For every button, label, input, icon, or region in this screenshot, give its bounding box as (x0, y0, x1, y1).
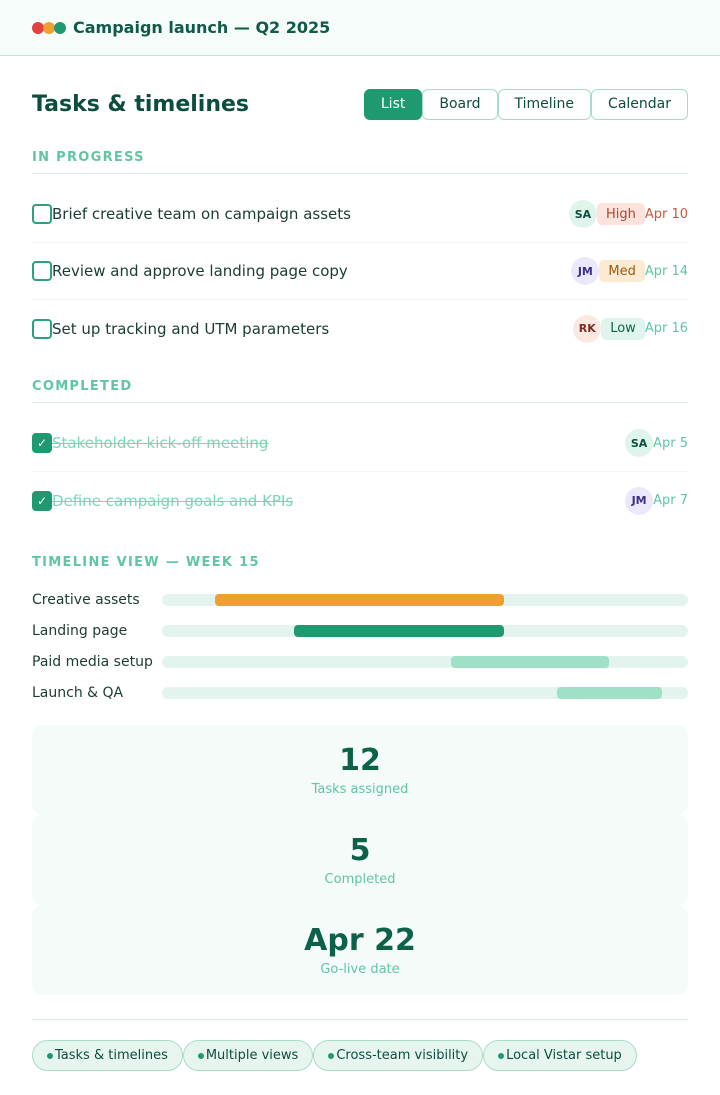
feature-chips: Tasks & timelines Multiple views Cross-t… (32, 1040, 688, 1071)
task-name: Set up tracking and UTM parameters (52, 319, 330, 338)
stat-value: 12 (339, 743, 381, 778)
section-label-completed: COMPLETED (32, 379, 688, 403)
stat-value: Apr 22 (304, 923, 416, 958)
feature-chip[interactable]: Tasks & timelines (32, 1040, 183, 1071)
in-progress-list: Brief creative team on campaign assets S… (32, 174, 688, 357)
timeline-bar[interactable] (214, 593, 504, 606)
task-meta: SA High Apr 10 (568, 200, 688, 228)
priority-badge: Low (601, 317, 645, 340)
tab-timeline[interactable]: Timeline (497, 88, 592, 120)
chip-label: Tasks & timelines (55, 1048, 168, 1063)
check-icon[interactable]: ✓ (32, 490, 52, 511)
section-label-timeline: TIMELINE VIEW — WEEK 15 (32, 555, 260, 570)
timeline-row: Paid media setup (32, 646, 688, 677)
stat-card-completed: 5 Completed (32, 815, 688, 905)
priority-badge: High (596, 203, 645, 225)
tab-list[interactable]: List (363, 88, 423, 120)
stat-card-tasks-assigned: 12 Tasks assigned (32, 725, 688, 815)
timeline-row-label: Landing page (32, 622, 128, 639)
timeline-track (162, 624, 688, 637)
timeline-track (162, 686, 688, 699)
due-date: Apr 10 (644, 206, 688, 222)
divider (32, 1019, 688, 1020)
tab-board[interactable]: Board (422, 88, 498, 120)
timeline-row: Landing page (32, 615, 688, 646)
avatar[interactable]: JM (625, 486, 654, 515)
task-row[interactable]: Brief creative team on campaign assets S… (32, 186, 688, 243)
task-meta: JM Apr 7 (625, 486, 688, 515)
task-name: Review and approve landing page copy (52, 262, 348, 280)
title-row: Tasks & timelines List Board Timeline Ca… (32, 56, 688, 152)
green-dot-icon (54, 21, 66, 34)
task-meta: JM Med Apr 14 (571, 257, 688, 285)
task-name: Brief creative team on campaign assets (52, 205, 351, 223)
avatar[interactable]: SA (568, 200, 597, 228)
task-meta: RK Low Apr 16 (573, 314, 688, 343)
task-checkbox[interactable] (32, 204, 52, 224)
task-name: Define campaign goals and KPIs (52, 491, 294, 510)
stat-card-go-live: Apr 22 Go-live date (32, 905, 688, 995)
dot-icon (328, 1052, 335, 1059)
completed-list: ✓ Stakeholder kick-off meeting SA Apr 5 … (32, 403, 688, 529)
due-date: Apr 16 (644, 321, 688, 336)
feature-chip[interactable]: Cross-team visibility (313, 1040, 484, 1071)
due-date: Apr 14 (644, 263, 688, 279)
task-row[interactable]: ✓ Stakeholder kick-off meeting SA Apr 5 (32, 415, 688, 472)
tab-calendar[interactable]: Calendar (591, 88, 688, 120)
due-date: Apr 5 (653, 435, 688, 451)
timeline-bar[interactable] (556, 686, 662, 699)
task-checkbox[interactable] (32, 261, 52, 281)
stat-label: Completed (324, 872, 396, 887)
avatar[interactable]: SA (625, 429, 654, 457)
stat-value: 5 (349, 833, 371, 868)
view-tabs: List Board Timeline Calendar (363, 88, 688, 120)
app-title: Campaign launch — Q2 2025 (73, 18, 331, 37)
timeline-row: Creative assets (32, 584, 688, 615)
priority-badge: Med (599, 260, 645, 282)
task-row[interactable]: ✓ Define campaign goals and KPIs JM Apr … (32, 472, 688, 529)
dot-icon (197, 1052, 204, 1059)
check-icon[interactable]: ✓ (32, 433, 52, 453)
dot-icon (47, 1052, 53, 1059)
timeline-row: Launch & QA (32, 677, 688, 708)
timeline-row-label: Creative assets (32, 591, 140, 608)
due-date: Apr 7 (653, 493, 688, 508)
chip-label: Local Vistar setup (506, 1048, 622, 1063)
avatar[interactable]: JM (571, 257, 600, 285)
top-bar: Campaign launch — Q2 2025 (0, 0, 720, 56)
chip-label: Multiple views (205, 1048, 299, 1063)
timeline-bar[interactable] (451, 655, 610, 668)
main-content: Tasks & timelines List Board Timeline Ca… (0, 56, 720, 1071)
task-meta: SA Apr 5 (625, 429, 688, 457)
timeline-track (162, 593, 688, 606)
feature-chip[interactable]: Local Vistar setup (483, 1040, 637, 1071)
timeline-row-label: Launch & QA (32, 684, 124, 701)
timeline-bar[interactable] (293, 624, 504, 637)
timeline-gantt: Creative assets Landing page Paid media … (32, 584, 688, 708)
task-row[interactable]: Review and approve landing page copy JM … (32, 243, 688, 300)
section-label-in-progress: IN PROGRESS (32, 150, 688, 174)
feature-chip[interactable]: Multiple views (182, 1040, 314, 1071)
task-name: Stakeholder kick-off meeting (52, 434, 269, 452)
task-row[interactable]: Set up tracking and UTM parameters RK Lo… (32, 300, 688, 357)
timeline-row-label: Paid media setup (32, 653, 153, 670)
chip-label: Cross-team visibility (336, 1048, 469, 1063)
stats-panel: 12 Tasks assigned 5 Completed Apr 22 Go-… (32, 725, 688, 995)
timeline-track (162, 655, 688, 668)
task-checkbox[interactable] (32, 318, 52, 339)
dot-icon (498, 1052, 505, 1059)
window-dots (32, 21, 66, 34)
page-title: Tasks & timelines (32, 91, 250, 117)
stat-label: Go-live date (320, 962, 400, 977)
avatar[interactable]: RK (573, 314, 602, 343)
stat-label: Tasks assigned (311, 782, 409, 797)
